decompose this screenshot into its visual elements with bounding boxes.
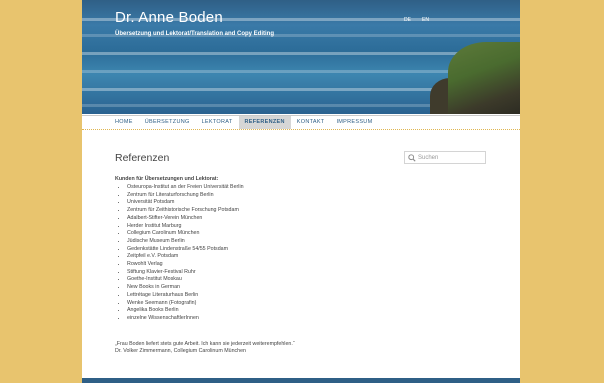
- cliff-image: [448, 42, 520, 114]
- list-item: Adalbert-Stifter-Verein München: [127, 215, 244, 223]
- page-title: Referenzen: [115, 152, 170, 164]
- list-item: Zeitpfeil e.V. Potsdam: [127, 253, 244, 261]
- nav-item-impressum[interactable]: IMPRESSUM: [330, 116, 378, 129]
- list-item: Goethe-Institut Moskau: [127, 276, 244, 284]
- list-item: Zentrum für Literaturforschung Berlin: [127, 192, 244, 200]
- list-item: einzelne WissenschaftlerInnen: [127, 315, 244, 323]
- testimonial-author: Dr. Volker Zimmermann, Collegium Carolin…: [115, 348, 246, 354]
- search-input[interactable]: Suchen: [404, 151, 486, 164]
- list-item: Lettrétage Literaturhaus Berlin: [127, 292, 244, 300]
- header-banner: Dr. Anne Boden Übersetzung und Lektorat/…: [82, 0, 520, 114]
- list-item: Jüdische Museum Berlin: [127, 238, 244, 246]
- list-item: Wenke Seemann (Fotografin): [127, 300, 244, 308]
- language-link-en[interactable]: EN: [422, 17, 429, 23]
- list-item: Collegium Carolinum München: [127, 230, 244, 238]
- nav-item-referenzen[interactable]: REFERENZEN: [238, 116, 291, 129]
- nav-item-lektorat[interactable]: LEKTORAT: [196, 116, 239, 129]
- list-item: Gedenkstätte Lindenstraße 54/55 Potsdam: [127, 246, 244, 254]
- list-item: Zentrum für Zeithistorische Forschung Po…: [127, 207, 244, 215]
- site-title[interactable]: Dr. Anne Boden: [115, 9, 223, 26]
- language-link-de[interactable]: DE: [404, 17, 411, 23]
- footer-band: [82, 378, 520, 383]
- list-item: Angelika Books Berlin: [127, 307, 244, 315]
- page-container: Dr. Anne Boden Übersetzung und Lektorat/…: [82, 0, 520, 383]
- testimonial: „Frau Boden liefert stets gute Arbeit. I…: [115, 341, 295, 355]
- list-item: Rowohlt Verlag: [127, 261, 244, 269]
- clients-list: Osteuropa-Institut an der Freien Univers…: [121, 184, 244, 323]
- clients-heading: Kunden für Übersetzungen und Lektorat:: [115, 176, 219, 182]
- nav-item-home[interactable]: HOME: [109, 116, 139, 129]
- list-item: New Books in German: [127, 284, 244, 292]
- list-item: Osteuropa-Institut an der Freien Univers…: [127, 184, 244, 192]
- nav-divider: [82, 129, 520, 130]
- magnifier-icon: [408, 154, 416, 162]
- search-placeholder: Suchen: [418, 155, 439, 161]
- site-description: Übersetzung und Lektorat/Translation and…: [115, 31, 275, 37]
- testimonial-text: „Frau Boden liefert stets gute Arbeit. I…: [115, 341, 295, 347]
- list-item: Universität Potsdam: [127, 199, 244, 207]
- list-item: Stiftung Klavier-Festival Ruhr: [127, 269, 244, 277]
- main-navigation: HOME ÜBERSETZUNG LEKTORAT REFERENZEN KON…: [82, 115, 520, 129]
- nav-item-kontakt[interactable]: KONTAKT: [291, 116, 331, 129]
- list-item: Herder Institut Marburg: [127, 223, 244, 231]
- nav-item-uebersetzung[interactable]: ÜBERSETZUNG: [139, 116, 196, 129]
